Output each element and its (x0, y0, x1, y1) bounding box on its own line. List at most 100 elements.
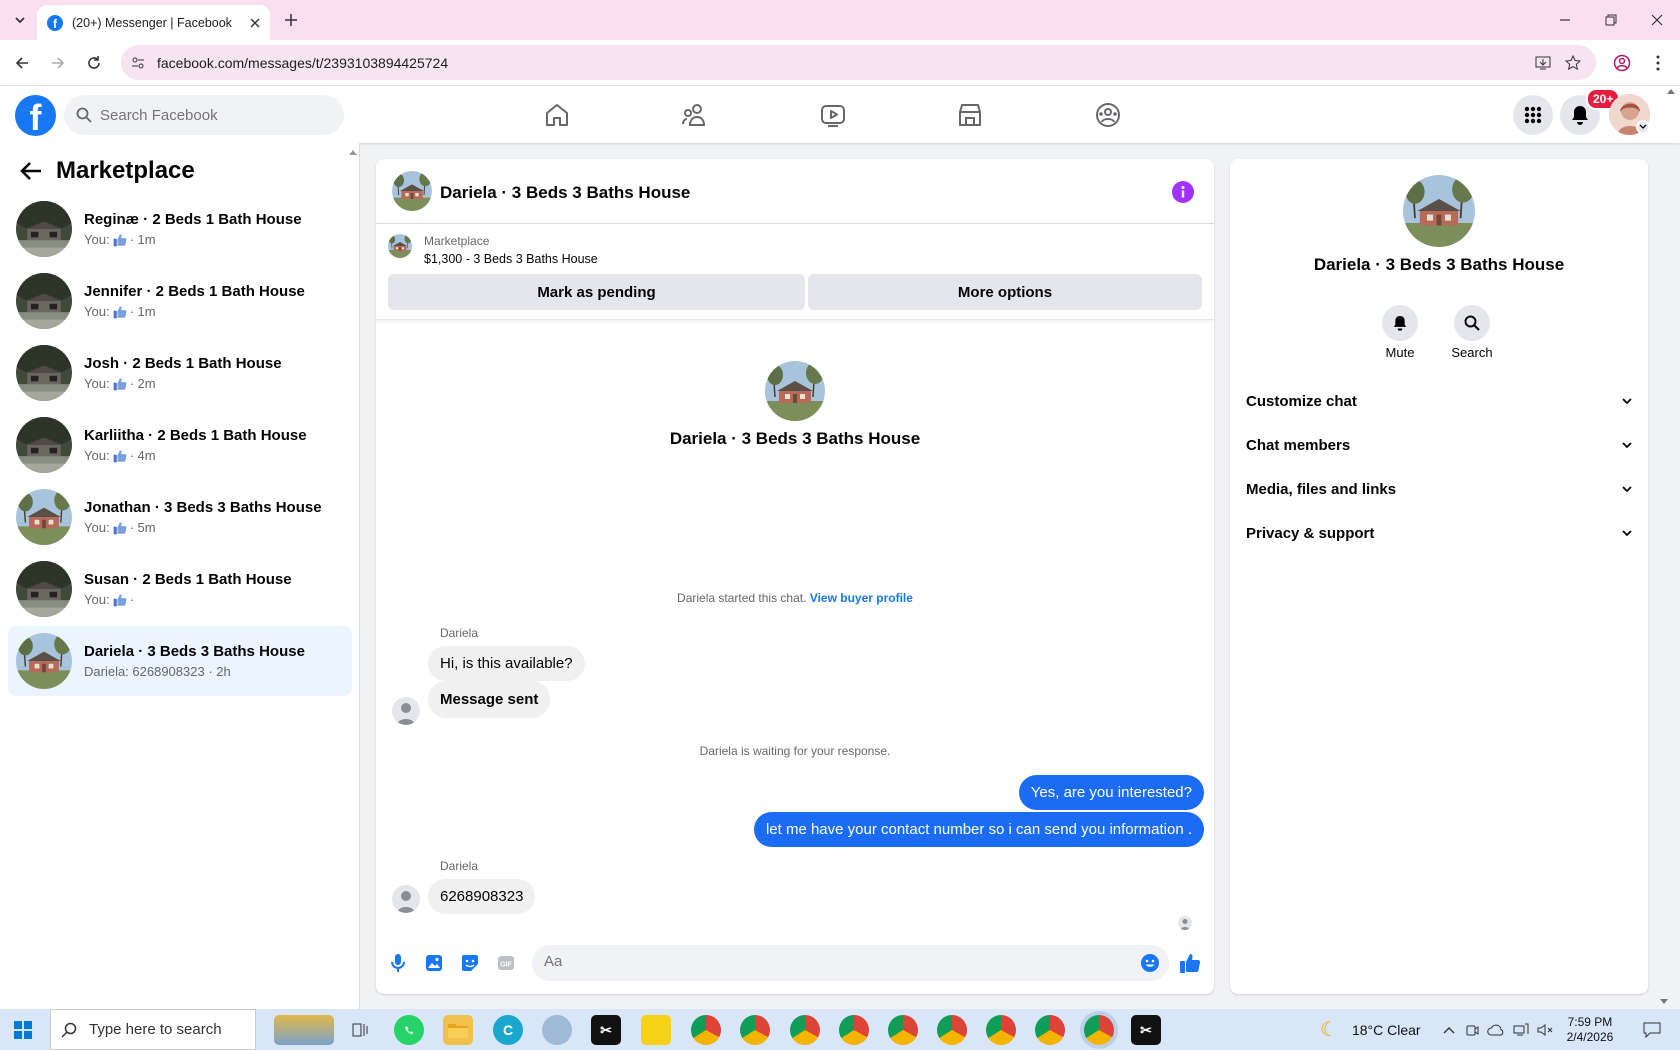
reload-icon[interactable] (82, 51, 106, 75)
chat-header-avatar[interactable] (392, 171, 432, 211)
weather-text[interactable]: 18°C Clear (1352, 1022, 1421, 1038)
conversation-item[interactable]: Reginæ · 2 Beds 1 Bath House You: · 1m (8, 194, 352, 264)
browser-tab[interactable]: f (20+) Messenger | Facebook (37, 5, 270, 40)
chrome-icon[interactable] (740, 1015, 770, 1045)
microphone-icon[interactable] (386, 951, 410, 975)
message-sent-attachment[interactable]: Message sent (428, 681, 551, 718)
sticky-notes-icon[interactable] (641, 1015, 671, 1045)
volume-muted-icon[interactable] (1537, 1023, 1553, 1037)
chrome-icon[interactable] (839, 1015, 869, 1045)
conversation-item[interactable]: Susan · 2 Beds 1 Bath House You: · (8, 554, 352, 624)
marketplace-listing-bar: Marketplace $1,300 - 3 Beds 3 Baths Hous… (376, 224, 1214, 320)
conversation-item[interactable]: Dariela · 3 Beds 3 Baths House Dariela: 6… (8, 626, 352, 696)
mark-as-pending-button[interactable]: Mark as pending (388, 274, 805, 310)
back-arrow-icon[interactable] (20, 161, 42, 181)
conversation-item[interactable]: Josh · 2 Beds 1 Bath House You: · 2m (8, 338, 352, 408)
nav-marketplace[interactable] (914, 86, 1026, 143)
task-view-icon[interactable] (345, 1015, 375, 1045)
nav-home[interactable] (501, 86, 613, 143)
paint-icon[interactable] (542, 1015, 572, 1045)
system-tray: ☾ 18°C Clear 7:59 PM 2/4/2026 (1320, 1009, 1661, 1050)
close-window-icon[interactable] (1645, 8, 1669, 32)
message-bubble-outgoing[interactable]: let me have your contact number so i can… (753, 812, 1204, 847)
sticker-icon[interactable] (458, 951, 482, 975)
facebook-search-input[interactable] (100, 106, 320, 124)
conversation-item[interactable]: Karliitha · 2 Beds 1 Bath House You: · 4m (8, 410, 352, 480)
message-input[interactable] (544, 953, 1104, 970)
chrome-icon[interactable] (986, 1015, 1016, 1045)
facebook-search[interactable] (64, 95, 344, 135)
forward-arrow-icon[interactable] (46, 51, 70, 75)
mute-button[interactable] (1382, 305, 1418, 341)
media-files-links-section[interactable]: Media, files and links (1246, 469, 1632, 509)
tab-search-chevron-icon[interactable] (8, 8, 32, 32)
chrome-icon[interactable] (691, 1015, 721, 1045)
menu-grid-button[interactable] (1513, 95, 1553, 135)
message-bubble-incoming[interactable]: Hi, is this available? (428, 646, 585, 681)
listing-title[interactable]: $1,300 - 3 Beds 3 Baths House (424, 252, 598, 266)
page-scroll-up-icon[interactable] (1667, 88, 1675, 94)
seen-receipt-avatar (1178, 916, 1192, 930)
new-tab-icon[interactable] (280, 9, 302, 31)
clock[interactable]: 7:59 PM 2/4/2026 (1567, 1015, 1614, 1045)
emoji-icon[interactable] (1139, 952, 1161, 974)
photo-icon[interactable] (422, 951, 446, 975)
whatsapp-icon[interactable] (394, 1015, 424, 1045)
nav-groups[interactable] (1052, 86, 1164, 143)
more-options-button[interactable]: More options (808, 274, 1202, 310)
widget-thumbnail-icon[interactable] (274, 1015, 334, 1045)
capcut-icon[interactable]: ✂ (1131, 1015, 1161, 1045)
tray-chevron-up-icon[interactable] (1443, 1026, 1455, 1034)
scroll-up-arrow-icon[interactable] (349, 149, 357, 155)
chat-title[interactable]: Dariela · 3 Beds 3 Baths House (440, 183, 690, 203)
minimize-window-icon[interactable] (1553, 8, 1577, 32)
taskbar-search[interactable]: Type here to search (50, 1009, 256, 1050)
restore-window-icon[interactable] (1599, 8, 1623, 32)
bookmark-star-icon[interactable] (1563, 53, 1583, 73)
conversation-item[interactable]: Jonathan · 3 Beds 3 Baths House You: · 5m (8, 482, 352, 552)
account-chevron-down-icon[interactable] (1636, 120, 1650, 134)
canva-icon[interactable]: C (493, 1015, 523, 1045)
file-explorer-icon[interactable] (443, 1015, 473, 1045)
chrome-active-icon[interactable] (1084, 1015, 1114, 1045)
facebook-logo[interactable]: f (15, 95, 56, 136)
chat-info-icon[interactable] (1172, 181, 1194, 203)
customize-chat-section[interactable]: Customize chat (1246, 381, 1632, 421)
conversation-item[interactable]: Jennifer · 2 Beds 1 Bath House You: · 1m (8, 266, 352, 336)
nav-friends[interactable] (639, 86, 751, 143)
browser-menu-icon[interactable] (1646, 51, 1670, 75)
privacy-support-section[interactable]: Privacy & support (1246, 513, 1632, 553)
network-icon[interactable] (1513, 1023, 1529, 1037)
search-in-conversation-button[interactable] (1454, 305, 1490, 341)
message-bubble-incoming[interactable]: 6268908323 (428, 879, 536, 914)
nav-video[interactable] (777, 86, 889, 143)
sender-avatar[interactable] (392, 885, 420, 913)
search-icon (1464, 315, 1480, 331)
back-arrow-icon[interactable] (10, 51, 34, 75)
chrome-icon[interactable] (937, 1015, 967, 1045)
view-buyer-profile-link[interactable]: View buyer profile (810, 591, 913, 605)
chat-intro-avatar[interactable] (765, 361, 825, 421)
chrome-icon[interactable] (1035, 1015, 1065, 1045)
message-bubble-outgoing[interactable]: Yes, are you interested? (1018, 775, 1204, 810)
address-bar[interactable]: facebook.com/messages/t/2393103894425724 (121, 45, 1596, 80)
install-app-icon[interactable] (1533, 53, 1553, 73)
gif-icon[interactable]: GIF (494, 951, 518, 975)
notification-center-icon[interactable] (1643, 1022, 1661, 1038)
sender-avatar[interactable] (392, 697, 420, 725)
page-scroll-down-icon[interactable] (1660, 999, 1668, 1005)
meet-now-icon[interactable] (1465, 1023, 1479, 1037)
capcut-icon[interactable]: ✂ (591, 1015, 621, 1045)
onedrive-cloud-icon[interactable] (1486, 1024, 1505, 1036)
chrome-icon[interactable] (888, 1015, 918, 1045)
thumbs-up-icon (113, 377, 127, 391)
details-avatar[interactable] (1403, 175, 1475, 247)
site-info-icon[interactable] (129, 54, 147, 72)
windows-start-icon[interactable] (12, 1019, 34, 1041)
tab-close-icon[interactable] (250, 18, 260, 28)
thumbs-up-icon[interactable] (1178, 951, 1202, 975)
chat-members-section[interactable]: Chat members (1246, 425, 1632, 465)
profile-icon[interactable] (1610, 51, 1634, 75)
chrome-icon[interactable] (790, 1015, 820, 1045)
listing-thumbnail[interactable] (388, 234, 412, 258)
